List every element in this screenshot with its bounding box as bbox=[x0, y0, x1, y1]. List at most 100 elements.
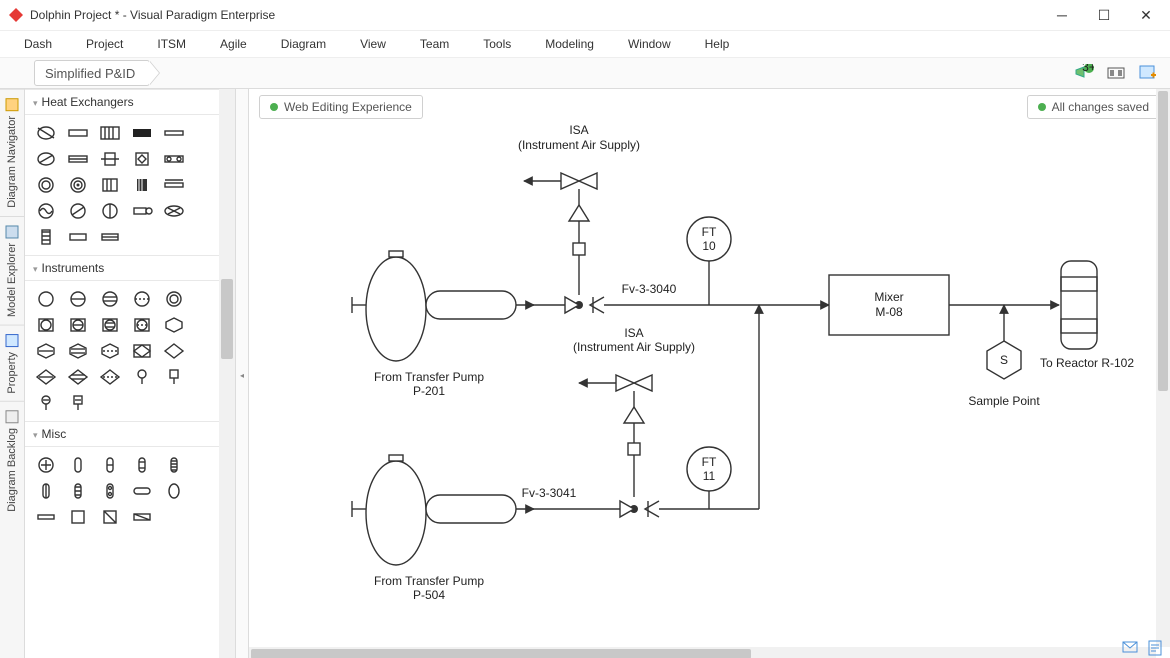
shape-item[interactable] bbox=[65, 481, 91, 501]
shape-item[interactable] bbox=[33, 455, 59, 475]
shape-item[interactable] bbox=[161, 367, 187, 387]
shape-item[interactable] bbox=[33, 315, 59, 335]
menu-team[interactable]: Team bbox=[406, 34, 463, 54]
new-diagram-icon[interactable] bbox=[1136, 61, 1160, 85]
shape-item[interactable] bbox=[129, 201, 155, 221]
shape-item[interactable] bbox=[33, 507, 59, 527]
layout-icon[interactable] bbox=[1104, 61, 1128, 85]
menu-modeling[interactable]: Modeling bbox=[531, 34, 608, 54]
ft-11-instrument[interactable]: FT 11 bbox=[687, 447, 731, 509]
rail-tab-model-explorer[interactable]: Model Explorer bbox=[0, 216, 24, 325]
shape-item[interactable] bbox=[161, 123, 187, 143]
shape-item[interactable] bbox=[97, 367, 123, 387]
menu-window[interactable]: Window bbox=[614, 34, 685, 54]
shape-item[interactable] bbox=[33, 227, 59, 247]
menu-dash[interactable]: Dash bbox=[10, 34, 66, 54]
shape-item[interactable] bbox=[161, 149, 187, 169]
menu-view[interactable]: View bbox=[346, 34, 400, 54]
shape-item[interactable] bbox=[65, 289, 91, 309]
shape-item[interactable] bbox=[33, 289, 59, 309]
isa-supply-2[interactable]: ISA (Instrument Air Supply) bbox=[573, 326, 695, 517]
canvas-scroll-thumb-v[interactable] bbox=[1158, 91, 1168, 391]
shape-item[interactable] bbox=[65, 175, 91, 195]
shape-item[interactable] bbox=[65, 507, 91, 527]
shape-item[interactable] bbox=[97, 481, 123, 501]
shape-item[interactable] bbox=[129, 149, 155, 169]
shape-item[interactable] bbox=[129, 123, 155, 143]
shape-item[interactable] bbox=[129, 455, 155, 475]
palette-cat-heat-exchangers[interactable]: Heat Exchangers bbox=[25, 89, 219, 115]
menu-agile[interactable]: Agile bbox=[206, 34, 261, 54]
menu-help[interactable]: Help bbox=[691, 34, 744, 54]
shape-item[interactable] bbox=[97, 341, 123, 361]
close-button[interactable]: ✕ bbox=[1134, 7, 1158, 24]
shape-item[interactable] bbox=[97, 227, 123, 247]
diagram-canvas[interactable]: Web Editing Experience All changes saved… bbox=[249, 89, 1170, 658]
pid-diagram[interactable]: ISA (Instrument Air Supply) bbox=[249, 119, 1159, 639]
canvas-scrollbar-horizontal[interactable] bbox=[249, 647, 1156, 658]
shape-item[interactable] bbox=[161, 289, 187, 309]
sample-point[interactable]: S Sample Point bbox=[968, 305, 1040, 408]
maximize-button[interactable]: ☐ bbox=[1092, 7, 1116, 24]
shape-item[interactable] bbox=[33, 123, 59, 143]
shape-item[interactable] bbox=[33, 341, 59, 361]
shape-item[interactable] bbox=[97, 289, 123, 309]
shape-item[interactable] bbox=[65, 201, 91, 221]
transfer-pump-2[interactable]: From Transfer Pump P-504 bbox=[352, 455, 534, 602]
shape-item[interactable] bbox=[161, 455, 187, 475]
shape-item[interactable] bbox=[129, 315, 155, 335]
ft-10-instrument[interactable]: FT 10 bbox=[687, 217, 731, 305]
menu-itsm[interactable]: ITSM bbox=[143, 34, 200, 54]
canvas-scrollbar-vertical[interactable] bbox=[1156, 89, 1170, 647]
shape-item[interactable] bbox=[65, 341, 91, 361]
shape-item[interactable] bbox=[33, 481, 59, 501]
menu-diagram[interactable]: Diagram bbox=[267, 34, 340, 54]
shape-item[interactable] bbox=[97, 201, 123, 221]
shape-item[interactable] bbox=[97, 507, 123, 527]
menu-tools[interactable]: Tools bbox=[469, 34, 525, 54]
shape-item[interactable] bbox=[129, 367, 155, 387]
shape-item[interactable] bbox=[65, 149, 91, 169]
shape-item[interactable] bbox=[161, 175, 187, 195]
shape-item[interactable] bbox=[129, 289, 155, 309]
palette-scrollbar[interactable] bbox=[219, 89, 235, 658]
shape-item[interactable] bbox=[97, 123, 123, 143]
shape-item[interactable] bbox=[33, 175, 59, 195]
palette-scrollbar-thumb[interactable] bbox=[221, 279, 233, 359]
shape-item[interactable] bbox=[33, 393, 59, 413]
shape-item[interactable] bbox=[65, 123, 91, 143]
shape-item[interactable] bbox=[65, 367, 91, 387]
mail-icon[interactable] bbox=[1122, 640, 1138, 654]
shape-item[interactable] bbox=[161, 201, 187, 221]
rail-tab-diagram-backlog[interactable]: Diagram Backlog bbox=[0, 401, 24, 520]
shape-item[interactable] bbox=[33, 201, 59, 221]
rail-tab-property[interactable]: Property bbox=[0, 325, 24, 402]
shape-item[interactable] bbox=[129, 175, 155, 195]
palette-cat-misc[interactable]: Misc bbox=[25, 421, 219, 447]
canvas-scroll-thumb-h[interactable] bbox=[251, 649, 751, 658]
reactor-r102[interactable]: To Reactor R-102 bbox=[1040, 261, 1134, 370]
shape-item[interactable] bbox=[129, 507, 155, 527]
shape-item[interactable] bbox=[129, 341, 155, 361]
shape-item[interactable] bbox=[161, 481, 187, 501]
shape-item[interactable] bbox=[97, 175, 123, 195]
palette-cat-instruments[interactable]: Instruments bbox=[25, 255, 219, 281]
rail-tab-diagram-navigator[interactable]: Diagram Navigator bbox=[0, 89, 24, 216]
minimize-button[interactable]: ─ bbox=[1050, 7, 1074, 24]
shape-item[interactable] bbox=[33, 367, 59, 387]
shape-item[interactable] bbox=[65, 455, 91, 475]
splitter-handle[interactable] bbox=[236, 89, 249, 658]
transfer-pump-1[interactable]: From Transfer Pump P-201 bbox=[352, 251, 534, 398]
note-icon[interactable] bbox=[1148, 640, 1162, 656]
announcement-icon[interactable]: 3+ bbox=[1072, 61, 1096, 85]
shape-item[interactable] bbox=[33, 149, 59, 169]
shape-item[interactable] bbox=[161, 341, 187, 361]
shape-item[interactable] bbox=[129, 481, 155, 501]
shape-item[interactable] bbox=[65, 315, 91, 335]
shape-item[interactable] bbox=[97, 455, 123, 475]
shape-item[interactable] bbox=[97, 315, 123, 335]
mixer-m08[interactable]: Mixer M-08 bbox=[829, 275, 949, 335]
shape-item[interactable] bbox=[97, 149, 123, 169]
shape-item[interactable] bbox=[161, 315, 187, 335]
menu-project[interactable]: Project bbox=[72, 34, 137, 54]
